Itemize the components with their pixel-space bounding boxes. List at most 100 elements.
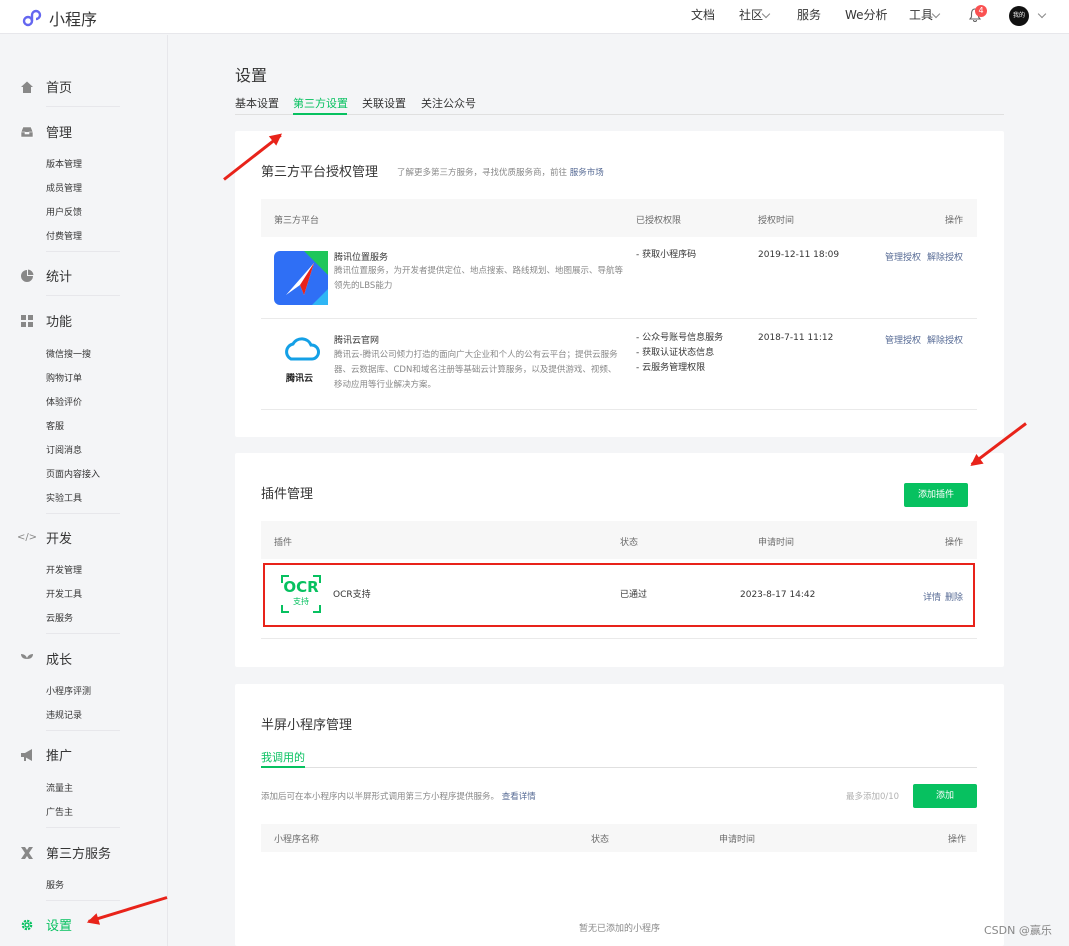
add-button[interactable]: 添加 <box>913 784 977 808</box>
highlight-box <box>263 563 975 627</box>
nav-docs[interactable]: 文档 <box>691 0 715 34</box>
sidebar-item-third-party[interactable]: 第三方服务 <box>20 843 111 862</box>
column-header: 已授权权限 <box>636 216 682 226</box>
column-header: 第三方平台 <box>274 216 320 226</box>
sidebar-item-promote[interactable]: 推广 <box>20 745 72 764</box>
desc-text: 添加后可在本小程序内以半屏形式调用第三方小程序提供服务。 <box>261 792 500 802</box>
sidebar-sub-service[interactable]: 服务 <box>46 878 64 891</box>
column-header: 操作 <box>948 835 967 845</box>
nav-services[interactable]: 服务 <box>797 0 821 34</box>
sidebar-item-features[interactable]: 功能 <box>20 311 72 330</box>
divider <box>46 513 120 514</box>
home-icon <box>21 81 33 93</box>
sidebar-sub-reviews[interactable]: 体验评价 <box>46 395 82 408</box>
sidebar: 首页 管理 版本管理 成员管理 用户反馈 付费管理 统计 功能 微信搜一搜 购物… <box>0 35 168 946</box>
sidebar-sub-customer-service[interactable]: 客服 <box>46 419 64 432</box>
service-market-link[interactable]: 服务市场 <box>570 168 604 178</box>
view-details-link[interactable]: 查看详情 <box>502 792 536 802</box>
sidebar-sub-dev-manage[interactable]: 开发管理 <box>46 563 82 576</box>
sidebar-sub-traffic[interactable]: 流量主 <box>46 781 73 794</box>
sidebar-item-stats[interactable]: 统计 <box>20 266 72 285</box>
sidebar-item-label: 功能 <box>46 315 73 330</box>
divider <box>46 827 120 828</box>
sidebar-item-label: 成长 <box>46 653 73 668</box>
tab-basic-settings[interactable]: 基本设置 <box>235 95 279 111</box>
auth-management-card: 第三方平台授权管理 了解更多第三方服务，寻找优质服务商，前往 服务市场 第三方平… <box>235 131 1004 437</box>
chevron-down-icon[interactable] <box>1037 9 1047 19</box>
sidebar-sub-feedback[interactable]: 用户反馈 <box>46 205 82 218</box>
active-tab-underline <box>261 766 305 768</box>
grid-icon <box>21 314 33 327</box>
platform-name: 腾讯云官网 <box>334 336 380 346</box>
revoke-auth-link[interactable]: 解除授权 <box>927 250 963 263</box>
location-service-logo-icon <box>274 251 328 305</box>
sidebar-item-label: 开发 <box>46 532 73 547</box>
sidebar-sub-page-content[interactable]: 页面内容接入 <box>46 467 100 480</box>
sidebar-sub-subscribe-msg[interactable]: 订阅消息 <box>46 443 82 456</box>
divider <box>46 900 120 901</box>
megaphone-icon <box>21 748 32 761</box>
platform-desc: 腾讯云-腾讯公司倾力打造的面向广大企业和个人的公有云平台；提供云服务器、云数据库… <box>334 350 618 390</box>
half-screen-management-card: 半屏小程序管理 我调用的 添加后可在本小程序内以半屏形式调用第三方小程序提供服务… <box>235 684 1004 946</box>
logo-text: 小程序 <box>49 10 98 29</box>
hint-text: 了解更多第三方服务，寻找优质服务商，前往 <box>397 168 568 178</box>
sidebar-item-label: 设置 <box>46 919 73 934</box>
sidebar-sub-search[interactable]: 微信搜一搜 <box>46 347 91 360</box>
auth-permissions: - 获取小程序码 <box>636 250 697 260</box>
divider <box>46 295 120 296</box>
platform-name: 腾讯位置服务 <box>334 253 389 263</box>
sidebar-sub-cloud[interactable]: 云服务 <box>46 611 73 624</box>
tencent-cloud-logo-icon <box>285 337 320 361</box>
nav-we-analytics[interactable]: We分析 <box>845 0 888 34</box>
revoke-auth-link[interactable]: 解除授权 <box>927 333 963 346</box>
column-header: 状态 <box>620 538 639 548</box>
column-header: 申请时间 <box>719 835 756 845</box>
nav-community[interactable]: 社区 <box>739 0 763 34</box>
half-screen-desc: 添加后可在本小程序内以半屏形式调用第三方小程序提供服务。 查看详情 <box>261 790 536 802</box>
column-header: 申请时间 <box>758 538 795 548</box>
avatar[interactable]: 我的 <box>1009 6 1029 26</box>
tab-related-settings[interactable]: 关联设置 <box>362 95 406 111</box>
sidebar-item-label: 首页 <box>46 81 73 96</box>
sidebar-item-manage[interactable]: 管理 <box>20 122 72 141</box>
add-plugin-button[interactable]: 添加插件 <box>904 483 968 507</box>
sidebar-sub-payment[interactable]: 付费管理 <box>46 229 82 242</box>
tab-follow-official-account[interactable]: 关注公众号 <box>421 95 476 111</box>
column-header: 操作 <box>945 216 964 226</box>
mini-program-logo-icon <box>22 9 42 27</box>
table-header: 插件 状态 申请时间 操作 <box>261 521 977 559</box>
sidebar-sub-evaluation[interactable]: 小程序评测 <box>46 684 91 697</box>
manage-auth-link[interactable]: 管理授权 <box>885 333 921 346</box>
sidebar-item-settings[interactable]: 设置 <box>20 915 72 934</box>
sidebar-sub-experiment[interactable]: 实验工具 <box>46 491 82 504</box>
watermark: CSDN @赢乐 <box>984 924 1052 937</box>
tab-my-calls[interactable]: 我调用的 <box>261 749 305 765</box>
card-title: 半屏小程序管理 <box>261 718 353 733</box>
sidebar-sub-orders[interactable]: 购物订单 <box>46 371 82 384</box>
table-row: 腾讯云 腾讯云官网 腾讯云-腾讯公司倾力打造的面向广大企业和个人的公有云平台；提… <box>261 319 977 410</box>
auth-permissions: - 公众号账号信息服务 - 获取认证状态信息 - 云服务管理权限 <box>636 333 724 373</box>
nav-tools[interactable]: 工具 <box>909 0 933 34</box>
chevron-down-icon <box>761 9 771 19</box>
page-title: 设置 <box>235 66 268 85</box>
table-row: 腾讯位置服务 腾讯位置服务，为开发者提供定位、地点搜索、路线规划、地图展示、导航… <box>261 237 977 319</box>
sidebar-sub-members[interactable]: 成员管理 <box>46 181 82 194</box>
sidebar-sub-advertiser[interactable]: 广告主 <box>46 805 73 818</box>
platform-desc: 腾讯位置服务，为开发者提供定位、地点搜索、路线规划、地图展示、导航等领先的LBS… <box>334 266 624 291</box>
top-header: 小程序 文档 社区 服务 We分析 工具 4 我的 <box>0 0 1069 34</box>
tencent-cloud-logo-text: 腾讯云 <box>286 374 314 384</box>
sidebar-item-home[interactable]: 首页 <box>20 77 72 96</box>
code-icon: </> <box>16 532 38 543</box>
sidebar-sub-violations[interactable]: 违规记录 <box>46 708 82 721</box>
sidebar-sub-dev-tools[interactable]: 开发工具 <box>46 587 82 600</box>
tab-divider <box>235 114 1004 115</box>
sidebar-item-develop[interactable]: </> 开发 <box>16 528 73 547</box>
sidebar-item-growth[interactable]: 成长 <box>20 649 72 668</box>
main-content: 设置 基本设置 第三方设置 关联设置 关注公众号 第三方平台授权管理 了解更多第… <box>168 35 1069 946</box>
manage-auth-link[interactable]: 管理授权 <box>885 250 921 263</box>
logo[interactable]: 小程序 <box>22 6 97 30</box>
gear-icon <box>21 919 33 930</box>
tab-third-party-settings[interactable]: 第三方设置 <box>293 95 348 111</box>
pie-chart-icon <box>21 269 34 282</box>
sidebar-sub-version[interactable]: 版本管理 <box>46 157 82 170</box>
